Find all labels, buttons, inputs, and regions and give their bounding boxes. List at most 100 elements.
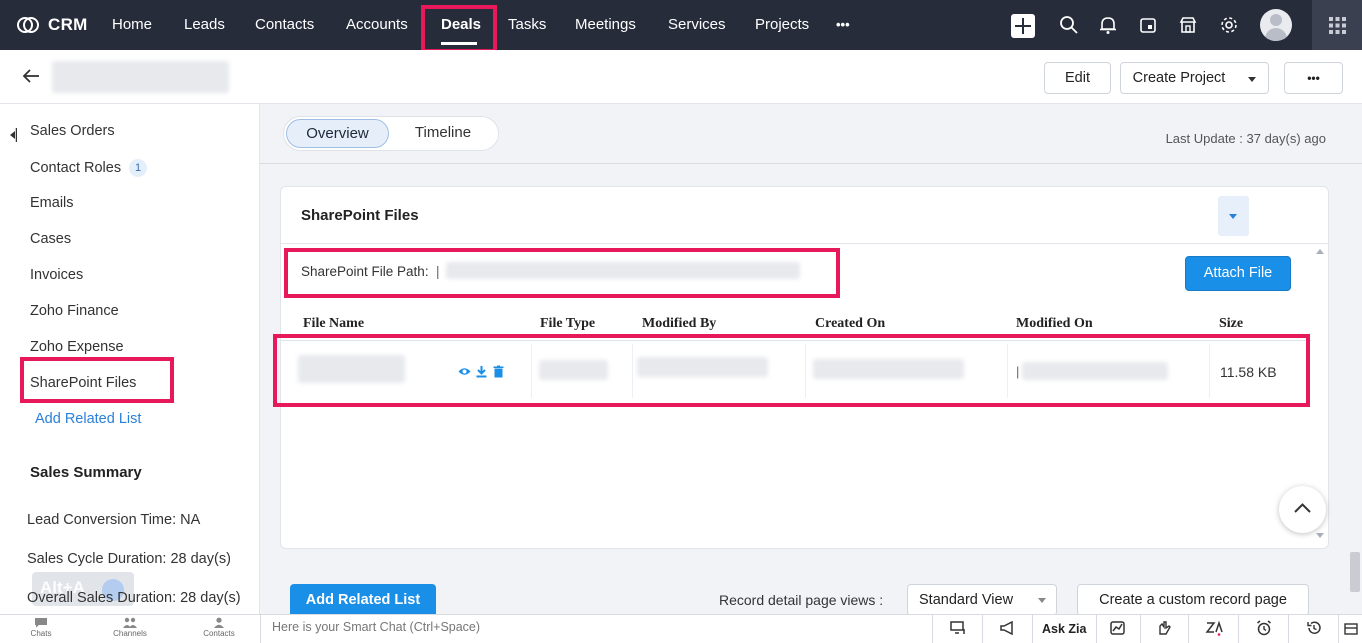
- channels-icon: [123, 617, 137, 628]
- divider: [281, 243, 1328, 244]
- tray-button[interactable]: [1338, 614, 1362, 643]
- text-cursor: |: [436, 264, 440, 279]
- announcement-button[interactable]: [982, 614, 1032, 643]
- edit-button[interactable]: Edit: [1044, 62, 1111, 94]
- channels-label: Channels: [113, 629, 147, 638]
- nav-contacts[interactable]: Contacts: [255, 0, 314, 50]
- column-header-modified-on[interactable]: Modified On: [1016, 316, 1093, 332]
- nav-projects[interactable]: Projects: [755, 0, 809, 50]
- calendar-icon[interactable]: [1137, 14, 1159, 36]
- search-icon[interactable]: [1058, 14, 1080, 36]
- history-icon: [1307, 621, 1321, 634]
- sidebar-collapse-icon[interactable]: [9, 128, 17, 142]
- eye-icon[interactable]: [458, 365, 471, 378]
- add-related-list-button[interactable]: Add Related List: [290, 584, 436, 616]
- alarm-clock-icon: [1257, 620, 1271, 636]
- screen-share-icon: [950, 621, 965, 634]
- file-name-redacted[interactable]: [298, 355, 405, 383]
- create-custom-record-page-button[interactable]: Create a custom record page: [1077, 584, 1309, 616]
- contacts-button[interactable]: Contacts: [189, 617, 249, 638]
- alarm-button[interactable]: [1238, 614, 1288, 643]
- column-separator: [531, 344, 532, 398]
- chats-label: Chats: [30, 629, 52, 638]
- avatar[interactable]: [1260, 9, 1292, 41]
- hand-icon: [1159, 621, 1171, 635]
- page-scrollbar-thumb[interactable]: [1350, 552, 1360, 592]
- crm-logo[interactable]: CRM: [16, 13, 88, 37]
- activity-icon: [1110, 621, 1125, 635]
- tab-timeline[interactable]: Timeline: [400, 119, 486, 148]
- activity-button[interactable]: [1096, 614, 1140, 643]
- history-button[interactable]: [1288, 614, 1338, 643]
- active-tab-underline: [441, 42, 477, 45]
- nav-services[interactable]: Services: [668, 0, 726, 50]
- file-size: 11.58 KB: [1220, 364, 1277, 380]
- scroll-to-top-button[interactable]: [1279, 486, 1326, 533]
- more-actions-button[interactable]: •••: [1284, 62, 1343, 94]
- sales-summary-heading: Sales Summary: [30, 464, 142, 481]
- download-icon[interactable]: [475, 365, 488, 378]
- sidebar-item-cases[interactable]: Cases: [30, 231, 71, 247]
- sidebar-item-sharepoint-files[interactable]: SharePoint Files: [30, 375, 136, 391]
- scroll-down-arrow[interactable]: [1316, 533, 1324, 538]
- hand-button[interactable]: [1140, 614, 1188, 643]
- chats-icon: [35, 618, 47, 628]
- column-separator: [632, 344, 633, 398]
- divider: [260, 163, 1362, 164]
- zia-button[interactable]: [1188, 614, 1238, 643]
- create-project-dropdown[interactable]: [1237, 62, 1269, 94]
- add-related-list-link[interactable]: Add Related List: [35, 411, 141, 427]
- attach-file-button[interactable]: Attach File: [1185, 256, 1291, 291]
- nav-home[interactable]: Home: [112, 0, 152, 50]
- gear-icon[interactable]: [1218, 14, 1240, 36]
- nav-leads[interactable]: Leads: [184, 0, 225, 50]
- tab-overview[interactable]: Overview: [286, 119, 389, 148]
- count-badge: 1: [129, 159, 148, 177]
- column-header-file-type[interactable]: File Type: [540, 316, 595, 332]
- trash-icon[interactable]: [492, 365, 505, 378]
- sidebar-item-zoho-finance[interactable]: Zoho Finance: [30, 303, 119, 319]
- sidebar-item-label: Contact Roles: [30, 160, 122, 176]
- sidebar-item-zoho-expense[interactable]: Zoho Expense: [30, 339, 124, 355]
- create-project-button[interactable]: Create Project: [1120, 62, 1238, 94]
- column-separator: [1209, 344, 1210, 398]
- zia-icon: [1205, 620, 1223, 636]
- screen-share-button[interactable]: [932, 614, 982, 643]
- crm-logo-icon: [17, 17, 39, 33]
- smart-chat-input[interactable]: Here is your Smart Chat (Ctrl+Space): [260, 614, 932, 643]
- megaphone-icon: [1000, 621, 1013, 635]
- sidebar-item-sales-orders[interactable]: Sales Orders: [30, 123, 115, 139]
- nav-tasks[interactable]: Tasks: [508, 0, 546, 50]
- sidebar-item-contact-roles[interactable]: Contact Roles 1: [30, 159, 148, 177]
- plus-icon[interactable]: [1011, 14, 1035, 38]
- record-views-label: Record detail page views :: [719, 592, 884, 608]
- back-arrow-icon[interactable]: [20, 65, 42, 87]
- chevron-up-icon: [1294, 503, 1311, 513]
- bell-icon[interactable]: [1097, 14, 1119, 36]
- column-header-file-name[interactable]: File Name: [303, 316, 364, 332]
- apps-grid-button[interactable]: [1312, 0, 1362, 50]
- nav-accounts[interactable]: Accounts: [346, 0, 408, 50]
- sidebar-item-emails[interactable]: Emails: [30, 195, 74, 211]
- scroll-up-arrow[interactable]: [1316, 249, 1324, 254]
- marketplace-icon[interactable]: [1177, 14, 1199, 36]
- nav-more-button[interactable]: •••: [836, 0, 850, 50]
- nav-meetings[interactable]: Meetings: [575, 0, 636, 50]
- related-list-sidebar: [0, 104, 260, 614]
- created-on-redacted: [813, 359, 964, 379]
- channels-button[interactable]: Channels: [100, 617, 160, 638]
- text-cursor: |: [1016, 364, 1020, 379]
- sharepoint-path-redacted: [446, 262, 800, 279]
- sidebar-item-invoices[interactable]: Invoices: [30, 267, 83, 283]
- record-view-select[interactable]: Standard View: [907, 584, 1057, 616]
- sharepoint-path-label: SharePoint File Path:: [301, 264, 429, 279]
- column-header-created-on[interactable]: Created On: [815, 316, 885, 332]
- column-header-size[interactable]: Size: [1219, 316, 1243, 332]
- column-header-modified-by[interactable]: Modified By: [642, 316, 716, 332]
- tray-icon: [1344, 623, 1358, 635]
- record-title-redacted: [52, 61, 229, 93]
- chats-button[interactable]: Chats: [11, 617, 71, 638]
- section-collapse-button[interactable]: [1218, 196, 1249, 236]
- table-header-divider: [281, 340, 1311, 341]
- lead-conversion-time: Lead Conversion Time: NA: [27, 512, 201, 528]
